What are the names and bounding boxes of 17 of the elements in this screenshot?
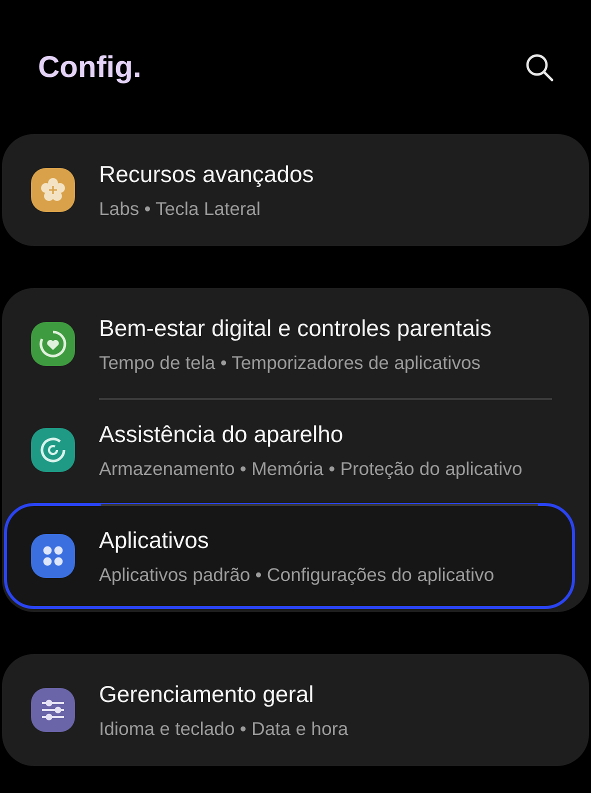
item-subtitle: Tempo de tela • Temporizadores de aplicativos — [99, 351, 482, 375]
page-title: Config. — [38, 51, 142, 85]
item-title: Bem-estar digital e controles parentais — [99, 314, 492, 343]
item-subtitle: Labs • Tecla Lateral — [99, 197, 262, 221]
settings-item[interactable]: Assistência do aparelho Armazenamento • Memória • Proteção do aplicativo — [2, 397, 589, 503]
item-title: Assistência do aparelho — [99, 420, 344, 449]
settings-item[interactable]: Recursos avançados Labs • Tecla Lateral — [2, 137, 589, 243]
settings-item[interactable]: Aplicativos Aplicativos padrão • Configurações do aplicativo — [4, 503, 575, 609]
settings-item[interactable]: Gerenciamento geral Idioma e teclado • Data e hora — [2, 657, 589, 763]
settings-item[interactable]: Bem-estar digital e controles parentais Tempo de tela • Temporizadores de aplicativos — [2, 291, 589, 397]
item-subtitle: Armazenamento • Memória • Proteção do aplicativo — [99, 457, 522, 481]
search-icon[interactable] — [525, 53, 555, 83]
item-title: Recursos avançados — [99, 160, 314, 189]
item-subtitle: Aplicativos padrão • Configurações do aplicativo — [99, 563, 494, 587]
item-subtitle: Idioma e teclado • Data e hora — [99, 717, 348, 741]
item-title: Aplicativos — [99, 526, 210, 555]
item-title: Gerenciamento geral — [99, 680, 315, 709]
